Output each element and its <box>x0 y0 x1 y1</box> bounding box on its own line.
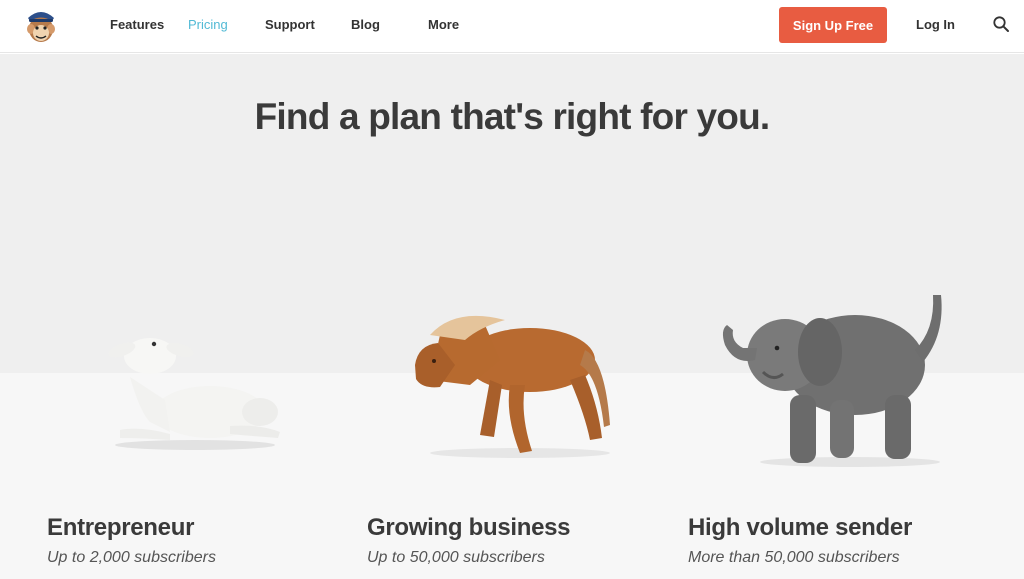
freddie-logo-icon[interactable] <box>23 5 59 45</box>
lamb-figurine-image <box>108 338 280 450</box>
nav-features[interactable]: Features <box>110 17 164 32</box>
nav-more[interactable]: More <box>428 17 459 32</box>
nav-pricing[interactable]: Pricing <box>188 17 228 32</box>
plan-high-volume-subtitle: More than 50,000 subscribers <box>688 549 900 566</box>
elephant-figurine-image <box>722 295 942 467</box>
plan-growing-business-subtitle: Up to 50,000 subscribers <box>367 549 545 566</box>
search-icon[interactable] <box>992 15 1010 33</box>
plan-growing-business-title: Growing business <box>367 514 571 541</box>
nav-support[interactable]: Support <box>265 17 315 32</box>
horse-figurine-image <box>415 315 610 458</box>
sign-up-free-button[interactable]: Sign Up Free <box>779 7 887 43</box>
nav-blog[interactable]: Blog <box>351 17 380 32</box>
log-in-link[interactable]: Log In <box>916 17 955 32</box>
top-navbar: Features Pricing Support Blog More Sign … <box>0 0 1024 53</box>
plan-high-volume-title: High volume sender <box>688 514 912 541</box>
page-title: Find a plan that's right for you. <box>254 96 771 137</box>
plan-entrepreneur-subtitle: Up to 2,000 subscribers <box>47 549 216 566</box>
plan-entrepreneur-title: Entrepreneur <box>47 514 195 541</box>
